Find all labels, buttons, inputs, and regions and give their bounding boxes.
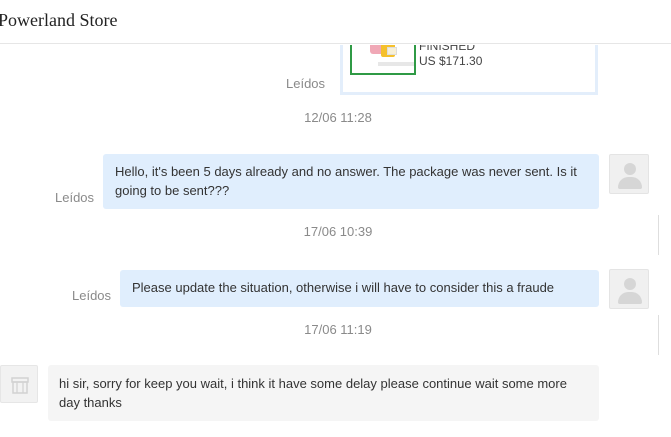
store-avatar xyxy=(0,365,38,403)
order-status: FINISHED xyxy=(419,45,476,53)
user-silhouette-icon xyxy=(624,278,636,290)
read-receipt: Leídos xyxy=(72,288,112,303)
read-receipt: Leídos xyxy=(286,76,326,91)
product-image-label xyxy=(378,62,414,66)
message-timestamp: 12/06 11:28 xyxy=(304,110,372,125)
store-title: Powerland Store xyxy=(0,10,118,30)
message-timestamp: 17/06 10:39 xyxy=(303,224,373,239)
store-icon xyxy=(11,377,29,394)
read-receipt: Leídos xyxy=(55,190,95,205)
outgoing-message: Hello, it's been 5 days already and no a… xyxy=(103,154,599,209)
user-silhouette-body xyxy=(618,292,642,304)
incoming-message: hi sir, sorry for keep you wait, i think… xyxy=(48,365,599,421)
order-thumbnail[interactable] xyxy=(350,45,416,75)
product-image-pack xyxy=(387,47,397,55)
message-timestamp: 17/06 11:19 xyxy=(304,322,372,337)
scrollbar-track[interactable] xyxy=(658,315,659,355)
outgoing-message: Please update the situation, otherwise i… xyxy=(120,270,599,307)
order-card[interactable]: FINISHED US $171.30 xyxy=(340,45,598,95)
chat-thread[interactable]: FINISHED US $171.30 Leídos 12/06 11:28 L… xyxy=(0,45,671,437)
user-avatar xyxy=(609,154,649,194)
scrollbar-track[interactable] xyxy=(658,215,659,255)
chat-header: Powerland Store xyxy=(0,0,671,44)
order-price: US $171.30 xyxy=(419,54,483,68)
user-avatar xyxy=(609,269,649,309)
user-silhouette-icon xyxy=(624,163,636,175)
user-silhouette-body xyxy=(618,177,642,189)
